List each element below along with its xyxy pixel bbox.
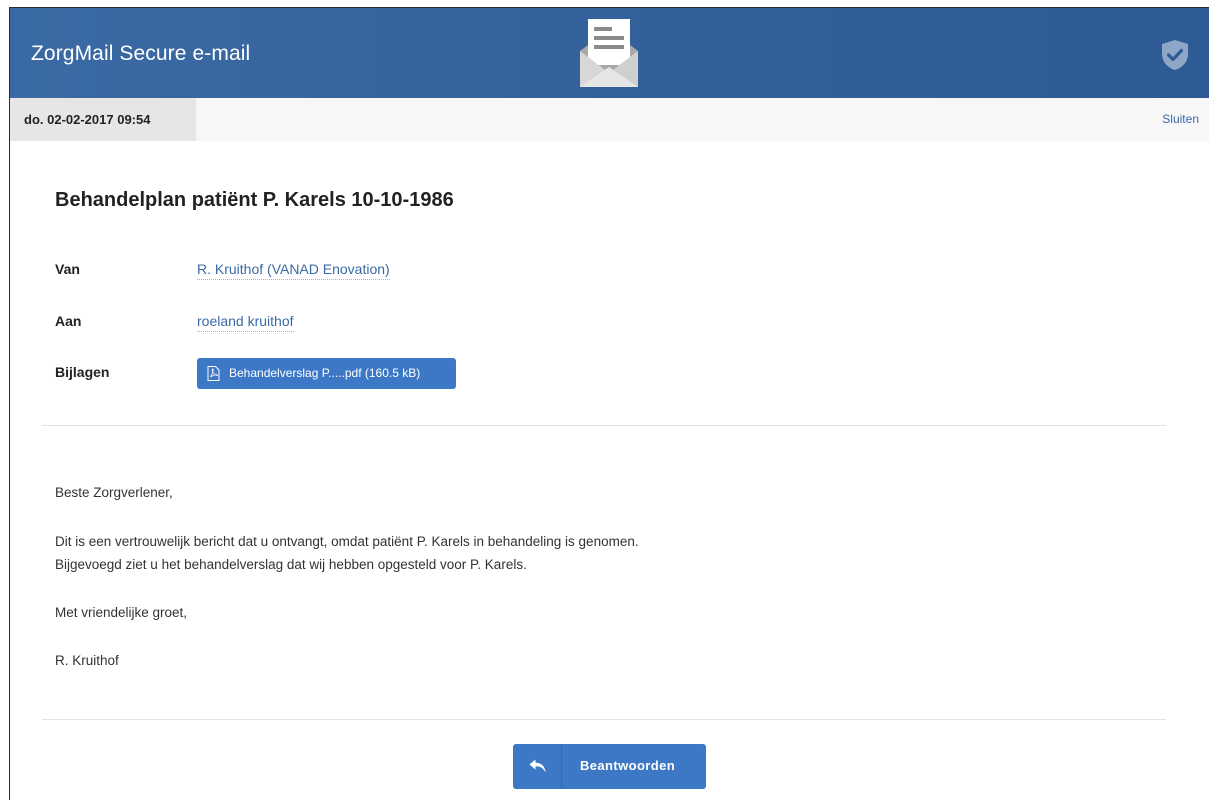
to-label: Aan [55,313,82,329]
from-value-link[interactable]: R. Kruithof (VANAD Enovation) [197,261,390,280]
reply-button[interactable]: Beantwoorden [513,744,706,789]
body-greeting: Beste Zorgverlener, [55,485,173,500]
date-cell: do. 02-02-2017 09:54 [10,98,196,141]
reply-icon-box [513,744,562,789]
body-closing: Met vriendelijke groet, [55,605,188,620]
body-line-2: Bijgevoegd ziet u het behandelverslag da… [55,557,527,572]
body-line-1: Dit is een vertrouwelijk bericht dat u o… [55,534,639,549]
pdf-file-icon [207,366,220,381]
message-date: do. 02-02-2017 09:54 [24,112,151,127]
header-divider [42,425,1166,426]
close-link[interactable]: Sluiten [1162,112,1199,126]
app-header: ZorgMail Secure e-mail [10,8,1209,98]
message-toolbar: do. 02-02-2017 09:54 Sluiten [10,98,1209,141]
reply-label: Beantwoorden [580,758,676,773]
to-value-link[interactable]: roeland kruithof [197,313,294,332]
from-label: Van [55,261,80,277]
envelope-logo-icon [580,19,638,87]
reply-arrow-icon [529,759,546,773]
attachment-button[interactable]: Behandelverslag P.....pdf (160.5 kB) [197,358,456,389]
message-subject: Behandelplan patiënt P. Karels 10-10-198… [55,189,454,211]
mail-window: ZorgMail Secure e-mail do. 02-02-2017 09… [9,7,1209,800]
app-title: ZorgMail Secure e-mail [31,42,251,65]
shield-check-icon [1162,40,1188,70]
attachment-name: Behandelverslag P.....pdf (160.5 kB) [229,366,421,380]
attachments-label: Bijlagen [55,364,110,380]
footer-divider [42,719,1166,720]
body-signature: R. Kruithof [55,653,119,668]
